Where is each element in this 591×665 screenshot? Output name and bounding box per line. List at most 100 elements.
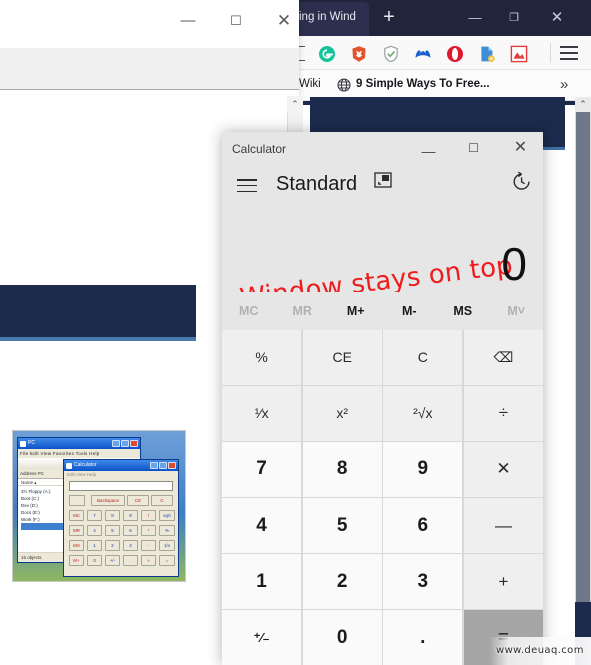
calculator-result-value: 0 [501,238,527,290]
square-root-key[interactable]: ²√x [383,386,463,441]
calculator-keypad: % CE C ⌫ ¹⁄x x² ²√x ÷ 7 8 9 ✕ 4 5 6 — 1 … [222,330,543,665]
digit-7-key[interactable]: 7 [222,442,302,497]
thumbnail-key: 8 [105,510,120,521]
memory-subtract-button[interactable]: M- [383,292,437,330]
thumbnail-explorer-menubar: File Edit View Favorites Tools Help [18,449,140,458]
background-window-maximize-button[interactable]: ☐ [214,6,258,36]
thumbnail-key: . [123,555,138,566]
thumbnail-address-value: PC [37,471,45,476]
left-pane-scroll-up-icon[interactable]: ⌃ [287,96,303,112]
thumbnail-calculator-row-1: Backspace CE C [69,495,173,506]
calculator-display: Window stays on top 0 [222,206,543,314]
thumbnail-key: + [141,555,156,566]
bookmark-item-wiki[interactable]: Wiki [299,78,331,90]
thumbnail-key: MS [69,540,84,551]
browser-close-button[interactable]: ✕ [540,6,574,30]
thumbnail-key: CE [127,495,149,506]
thumbnail-explorer-system-icon [20,440,26,447]
page-scroll-up-icon[interactable]: ⌃ [575,97,591,112]
thumbnail-key: % [159,525,175,536]
grammarly-extension-icon[interactable] [317,44,336,63]
calculator-window: Calculator — ☐ ✕ Standard Window stays o… [222,132,543,665]
calculator-menu-icon[interactable] [237,179,257,193]
thumbnail-key: C [151,495,173,506]
thumbnail-calculator-display [69,481,173,491]
calculator-close-button[interactable]: ✕ [498,132,543,164]
document-extension-icon[interactable] [477,44,496,63]
browser-tab-strip: ing in Wind + — ❐ ✕ [295,0,591,36]
calculator-titlebar[interactable]: Calculator — ☐ ✕ [222,132,543,166]
digit-6-key[interactable]: 6 [383,498,463,553]
browser-tab-active[interactable]: ing in Wind [295,2,369,36]
digit-2-key[interactable]: 2 [302,554,382,609]
thumbnail-key: 5 [105,525,120,536]
thumbnail-calculator-titlebar: Calculator [64,460,178,471]
thumbnail-address-label: Address [20,471,37,476]
thumbnail-key: 6 [123,525,138,536]
site-watermark: www.deuaq.com [496,645,584,656]
browser-toolbar [295,36,591,70]
digit-1-key[interactable]: 1 [222,554,302,609]
digit-8-key[interactable]: 8 [302,442,382,497]
subtract-key[interactable]: — [463,498,543,553]
screenshot-root: ing in Wind + — ❐ ✕ Wiki 9 Simple Ways T… [0,0,591,665]
clear-key[interactable]: C [383,330,463,385]
bookmark-item-article[interactable]: 9 Simple Ways To Free... [356,78,490,90]
article-thumbnail-xp-calculator[interactable]: PC File Edit View Favorites Tools Help A… [12,430,186,582]
calculator-mode-label: Standard [276,173,358,195]
background-window-close-button[interactable]: ✕ [262,6,306,36]
thumbnail-calculator-system-icon [66,462,72,469]
browser-minimize-button[interactable]: — [458,6,492,30]
percent-key[interactable]: % [222,330,302,385]
new-tab-button[interactable]: + [377,7,401,29]
thumbnail-calculator-window: Calculator Edit View Help Backspace CE C… [63,459,179,577]
multiply-key[interactable]: ✕ [463,442,543,497]
plus-minus-key[interactable]: ⁺⁄₋ [222,610,302,665]
clear-entry-key[interactable]: CE [302,330,382,385]
decimal-key[interactable]: . [383,610,463,665]
divide-key[interactable]: ÷ [463,386,543,441]
digit-4-key[interactable]: 4 [222,498,302,553]
thumbnail-explorer-titlebar: PC [18,438,140,449]
calculator-history-icon[interactable] [511,171,532,192]
thumbnail-key: 9 [123,510,138,521]
memory-add-button[interactable]: M+ [329,292,383,330]
background-window-toolbar [0,48,299,90]
digit-5-key[interactable]: 5 [302,498,382,553]
thumbnail-calculator-row-5: M+ 0 +/- . + = [69,555,175,566]
page-hero-band-left [0,285,196,337]
bookmark-overflow-icon[interactable]: » [560,76,568,93]
globe-icon [337,78,351,92]
memory-store-button[interactable]: MS [436,292,490,330]
calculator-memory-row: MC MR M+ M- MS M˅ [222,292,543,330]
brave-lion-extension-icon[interactable] [349,44,368,63]
digit-9-key[interactable]: 9 [383,442,463,497]
toolbar-separator [550,43,551,63]
backspace-key[interactable]: ⌫ [463,330,543,385]
digit-0-key[interactable]: 0 [302,610,382,665]
memory-clear-button[interactable]: MC [222,292,276,330]
add-key[interactable]: + [463,554,543,609]
calculator-maximize-button[interactable]: ☐ [451,132,496,164]
thumbnail-key: - [141,540,156,551]
memory-recall-button[interactable]: MR [276,292,330,330]
thumbnail-key: / [141,510,156,521]
calculator-minimize-button[interactable]: — [406,132,451,164]
keep-on-top-icon[interactable] [374,172,393,190]
thumbnail-key: M+ [69,555,84,566]
page-scrollbar-thumb[interactable] [576,112,590,602]
extension-icon-row [295,36,591,70]
opera-extension-icon[interactable] [445,44,464,63]
thumbnail-key: 1 [87,540,102,551]
malwarebytes-extension-icon[interactable] [413,44,432,63]
square-key[interactable]: x² [302,386,382,441]
shield-extension-icon[interactable] [381,44,400,63]
digit-3-key[interactable]: 3 [383,554,463,609]
memory-list-button[interactable]: M˅ [490,292,544,330]
pdf-extension-icon[interactable] [509,44,528,63]
background-window-minimize-button[interactable]: — [166,6,210,36]
browser-restore-button[interactable]: ❐ [497,6,531,30]
reciprocal-key[interactable]: ¹⁄x [222,386,302,441]
thumbnail-key: * [141,525,156,536]
browser-menu-icon[interactable] [560,46,578,60]
